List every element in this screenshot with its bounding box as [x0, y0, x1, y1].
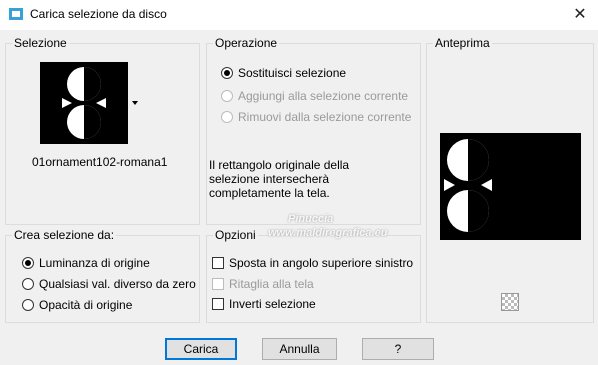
- app-icon: [9, 8, 23, 20]
- help-button[interactable]: ?: [362, 338, 434, 360]
- crea-legend: Crea selezione da:: [12, 228, 117, 242]
- radio-opacita[interactable]: Opacità di origine: [22, 298, 132, 312]
- chevron-down-icon[interactable]: [132, 101, 138, 105]
- title-bar: Carica selezione da disco ✕: [0, 0, 598, 30]
- checkbox-label: Sposta in angolo superiore sinistro: [229, 256, 414, 270]
- radio-dot: [221, 111, 233, 123]
- anteprima-legend: Anteprima: [433, 36, 492, 50]
- description-line: selezione intersecherà: [209, 172, 330, 186]
- watermark-url: www.maldiregrafica.eu: [268, 227, 388, 239]
- preview-image: [440, 133, 581, 240]
- radio-label: Aggiungi alla selezione corrente: [238, 89, 409, 103]
- radio-dot: [22, 299, 34, 311]
- preview-ornament: [440, 133, 581, 240]
- watermark-text: Pinuccia: [288, 213, 334, 225]
- description-line: completamente la tela.: [209, 186, 330, 200]
- checkbox-box: [212, 257, 224, 269]
- radio-aggiungi: Aggiungi alla selezione corrente: [221, 89, 408, 103]
- selezione-legend: Selezione: [12, 36, 69, 50]
- operation-description: Il rettangolo originale della selezione …: [209, 158, 349, 200]
- file-name-label: 01ornament102-romana1: [32, 155, 168, 169]
- radio-sostituisci[interactable]: Sostituisci selezione: [221, 66, 346, 80]
- selection-thumbnail[interactable]: [40, 62, 128, 144]
- radio-dot: [22, 278, 34, 290]
- ornament-image: [40, 62, 128, 144]
- radio-label: Sostituisci selezione: [238, 66, 347, 80]
- radio-label: Luminanza di origine: [39, 256, 150, 270]
- checkbox-label: Inverti selezione: [229, 297, 316, 311]
- checkbox-sposta[interactable]: Sposta in angolo superiore sinistro: [212, 256, 413, 270]
- window-title: Carica selezione da disco: [30, 7, 167, 21]
- radio-rimuovi: Rimuovi dalla selezione corrente: [221, 110, 411, 124]
- checkbox-label: Ritaglia alla tela: [229, 277, 314, 291]
- checkbox-box: [212, 278, 224, 290]
- close-icon[interactable]: ✕: [568, 3, 592, 27]
- checkbox-inverti[interactable]: Inverti selezione: [212, 297, 316, 311]
- radio-dot: [221, 67, 233, 79]
- radio-label: Qualsiasi val. diverso da zero: [39, 277, 196, 291]
- radio-qualsiasi[interactable]: Qualsiasi val. diverso da zero: [22, 277, 196, 291]
- description-line: Il rettangolo originale della: [209, 158, 350, 172]
- radio-dot: [221, 90, 233, 102]
- radio-label: Opacità di origine: [39, 298, 133, 312]
- annulla-button[interactable]: Annulla: [262, 338, 337, 360]
- carica-button[interactable]: Carica: [165, 338, 237, 360]
- opzioni-legend: Opzioni: [213, 228, 258, 242]
- checkerboard-toggle-icon[interactable]: [501, 293, 519, 311]
- checkbox-box: [212, 298, 224, 310]
- radio-luminanza[interactable]: Luminanza di origine: [22, 256, 150, 270]
- radio-dot: [22, 257, 34, 269]
- radio-label: Rimuovi dalla selezione corrente: [238, 110, 412, 124]
- operazione-legend: Operazione: [213, 36, 280, 50]
- checkbox-ritaglia: Ritaglia alla tela: [212, 277, 314, 291]
